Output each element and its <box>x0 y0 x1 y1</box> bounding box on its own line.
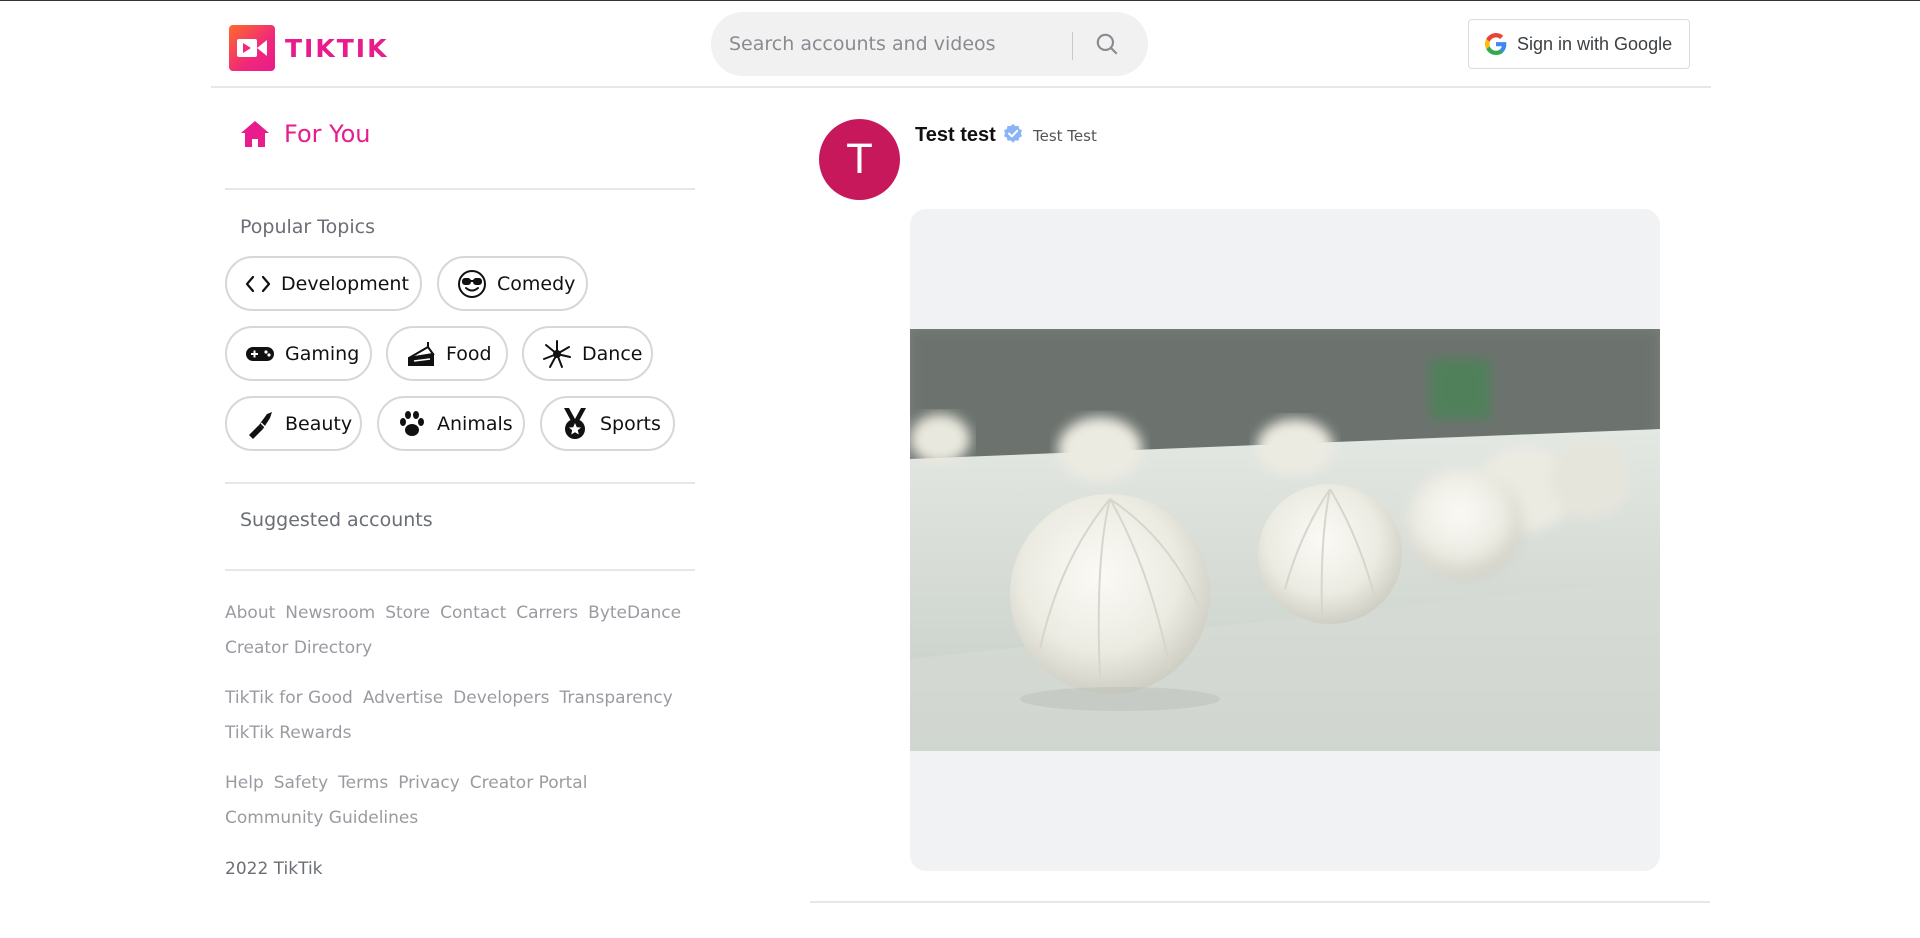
video-post: T Test test Test Test <box>810 88 1710 903</box>
suggested-accounts-title: Suggested accounts <box>240 509 433 531</box>
footer-link-tiktik-rewards[interactable]: TikTik Rewards <box>225 723 351 743</box>
for-you-label: For You <box>284 120 371 148</box>
medal-icon <box>560 407 590 439</box>
footer-link-developers[interactable]: Developers <box>453 688 549 708</box>
search-button[interactable] <box>1089 26 1125 62</box>
topic-beauty[interactable]: Beauty <box>225 396 362 451</box>
topic-label: Food <box>446 342 492 365</box>
footer-link-terms[interactable]: Terms <box>338 773 388 793</box>
topic-label: Development <box>281 272 409 295</box>
home-icon <box>241 121 269 147</box>
footer-links-row: TikTik for Good Advertise Developers Transp… <box>225 681 695 716</box>
search-divider <box>1072 32 1073 60</box>
topic-comedy[interactable]: Comedy <box>437 256 588 311</box>
divider <box>225 569 695 571</box>
google-signin-button[interactable]: Sign in with Google <box>1468 19 1690 69</box>
topic-label: Animals <box>437 412 513 435</box>
footer-link-privacy[interactable]: Privacy <box>398 773 460 793</box>
topic-sports[interactable]: Sports <box>540 396 675 451</box>
video-player[interactable] <box>910 329 1660 751</box>
footer-links-row: Creator Directory <box>225 631 695 666</box>
search-icon <box>1096 33 1118 55</box>
cake-icon <box>406 339 436 369</box>
topic-food[interactable]: Food <box>386 326 508 381</box>
sunglasses-face-icon <box>457 269 487 299</box>
topic-dance[interactable]: Dance <box>522 326 653 381</box>
footer-link-newsroom[interactable]: Newsroom <box>285 603 375 623</box>
footer-link-creator-directory[interactable]: Creator Directory <box>225 638 372 658</box>
footer-link-community-guidelines[interactable]: Community Guidelines <box>225 808 418 828</box>
logo-camera-icon <box>229 25 275 71</box>
signin-label: Sign in with Google <box>1517 33 1673 54</box>
code-icon <box>245 269 271 299</box>
footer-link-contact[interactable]: Contact <box>440 603 506 623</box>
search-input[interactable] <box>729 12 1069 76</box>
divider <box>225 188 695 190</box>
footer-link-tiktik-for-good[interactable]: TikTik for Good <box>225 688 353 708</box>
post-user-name[interactable]: Test test <box>915 124 996 147</box>
logo-text: TIKTIK <box>285 33 389 63</box>
footer-links-row: Help Safety Terms Privacy Creator Portal <box>225 766 695 801</box>
footer-links-row: About Newsroom Store Contact Carrers ByteDanc… <box>225 596 695 631</box>
footer-link-about[interactable]: About <box>225 603 275 623</box>
copyright: 2022 TikTik <box>225 859 323 879</box>
topic-label: Comedy <box>497 272 576 295</box>
verified-badge-icon <box>1004 123 1022 143</box>
topic-label: Gaming <box>285 342 360 365</box>
footer-link-carrers[interactable]: Carrers <box>516 603 578 623</box>
topic-label: Beauty <box>285 412 353 435</box>
gamepad-icon <box>245 339 275 369</box>
avatar[interactable]: T <box>819 119 900 200</box>
footer-link-store[interactable]: Store <box>385 603 430 623</box>
popular-topics-title: Popular Topics <box>240 216 375 238</box>
footer-link-creator-portal[interactable]: Creator Portal <box>470 773 588 793</box>
video-card[interactable] <box>910 209 1660 871</box>
video-frame-image <box>910 329 1660 751</box>
topic-development[interactable]: Development <box>225 256 422 311</box>
footer-link-help[interactable]: Help <box>225 773 264 793</box>
top-header: TIKTIK Sign in with Google <box>211 1 1711 88</box>
topic-gaming[interactable]: Gaming <box>225 326 372 381</box>
footer-link-bytedance[interactable]: ByteDance <box>588 603 681 623</box>
topic-label: Dance <box>582 342 643 365</box>
footer-link-advertise[interactable]: Advertise <box>363 688 443 708</box>
google-icon <box>1485 33 1507 55</box>
firework-icon <box>542 339 572 369</box>
footer-links-row: TikTik Rewards <box>225 716 695 751</box>
search-bar <box>711 12 1148 76</box>
paw-icon <box>397 409 427 439</box>
footer-link-transparency[interactable]: Transparency <box>559 688 672 708</box>
footer-links-row: Community Guidelines <box>225 801 695 836</box>
post-handle: Test Test <box>1033 127 1097 145</box>
logo[interactable]: TIKTIK <box>229 25 388 71</box>
divider <box>225 482 695 484</box>
lipstick-icon <box>245 409 275 439</box>
topic-animals[interactable]: Animals <box>377 396 525 451</box>
sidebar-item-for-you[interactable]: For You <box>240 120 371 148</box>
footer-link-safety[interactable]: Safety <box>274 773 328 793</box>
topic-label: Sports <box>600 412 661 435</box>
